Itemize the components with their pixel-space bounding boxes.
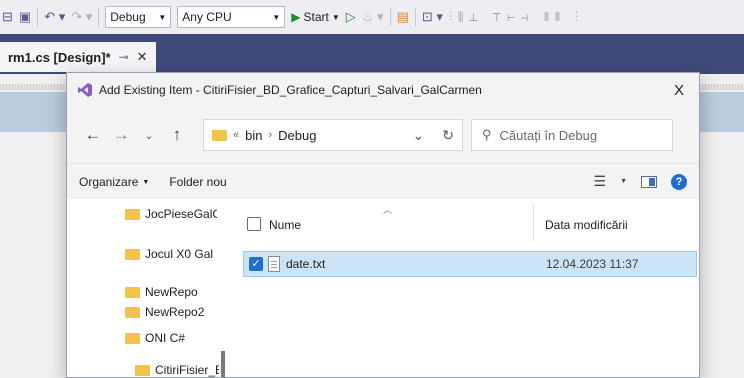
help-icon[interactable]: ? (671, 173, 687, 190)
configuration-select[interactable]: Debug ▼ (105, 6, 172, 28)
command-bar: Organizare ▼ Folder nou ☰ ▼ ? (67, 163, 699, 199)
row-checkbox-checked[interactable]: ✓ (249, 257, 263, 271)
column-header: Nume ︿ Data modificării (233, 199, 699, 243)
platform-select[interactable]: Any CPU ▼ (177, 6, 286, 28)
tree-item-label: Jocul X0 Gal (145, 247, 214, 261)
document-tab-strip: rm1.cs [Design]* ⊸ ✕ (0, 34, 744, 74)
sort-ascending-icon: ︿ (383, 205, 393, 215)
column-date-modified[interactable]: Data modificării (545, 218, 628, 232)
chevron-down-icon: ▼ (272, 12, 281, 22)
play-icon: ▶ (291, 10, 301, 24)
folder-icon (135, 364, 150, 376)
tree-item-label: CitiriFisier_E (155, 363, 219, 377)
view-options-icon[interactable]: ☰ (594, 173, 607, 190)
chevron-down-icon: ▼ (158, 12, 167, 22)
platform-value: Any CPU (182, 10, 232, 24)
breadcrumb-bin[interactable]: bin (245, 128, 262, 143)
save-icon[interactable]: ⊟ (2, 9, 13, 25)
redo-icon[interactable]: ↷ ▾ (71, 9, 92, 25)
tree-item-label: ONI C# (145, 331, 186, 345)
tree-item-newrepo2[interactable]: NewRepo2 (125, 301, 217, 323)
folder-icon (212, 129, 227, 141)
toolbar-divider (414, 8, 416, 26)
organize-menu[interactable]: Organizare ▼ (79, 175, 149, 189)
close-button[interactable]: X (659, 82, 699, 99)
forward-arrow-icon[interactable]: → (107, 125, 135, 145)
tree-item-label: NewRepo (145, 285, 198, 299)
save-all-icon[interactable]: ▣ (19, 9, 31, 25)
undo-icon[interactable]: ↶ ▾ (44, 9, 65, 25)
file-list: Nume ︿ Data modificării ✓ date.txt 12.04… (233, 199, 699, 377)
tree-item-newrepo[interactable]: NewRepo (125, 281, 217, 303)
refresh-icon[interactable]: ↻ (442, 127, 454, 144)
add-existing-item-dialog: Add Existing Item - CitiriFisier_BD_Graf… (66, 72, 700, 378)
toolbar-divider (98, 8, 100, 26)
chevron-down-icon: ▼ (331, 12, 340, 22)
folder-icon (125, 332, 140, 344)
address-bar[interactable]: « bin › Debug ⌄ ↻ (203, 119, 463, 151)
search-icon: ⚲ (482, 127, 492, 142)
caret-down-icon[interactable]: ▼ (620, 178, 627, 185)
vs-toolbar: ⊟ ▣ ↶ ▾ ↷ ▾ Debug ▼ Any CPU ▼ ▶ Start ▼ … (0, 0, 744, 34)
dialog-title: Add Existing Item - CitiriFisier_BD_Graf… (99, 83, 482, 97)
start-button[interactable]: ▶ Start ▼ (291, 10, 340, 24)
file-row[interactable]: ✓ date.txt 12.04.2023 11:37 (243, 251, 697, 277)
layout-icon[interactable]: ⊡ ▾ (422, 9, 443, 25)
select-all-checkbox[interactable] (247, 217, 261, 231)
scrollbar-thumb[interactable] (221, 351, 225, 377)
start-label: Start (303, 10, 329, 24)
breadcrumb-overflow[interactable]: « (233, 129, 239, 141)
new-folder-button[interactable]: Folder nou (169, 175, 226, 189)
tab-form-design[interactable]: rm1.cs [Design]* ⊸ ✕ (0, 42, 156, 72)
tree-item-jocpiesegalc[interactable]: JocPieseGalC (125, 203, 217, 225)
folder-icon (125, 208, 140, 220)
pin-icon[interactable]: ⊸ (119, 50, 129, 64)
folder-icon (125, 248, 140, 260)
preview-pane-icon[interactable] (641, 175, 657, 188)
configuration-value: Debug (110, 10, 146, 24)
navigation-pane[interactable]: JocPieseGalC Jocul X0 Gal NewRepo NewRep… (67, 199, 233, 377)
search-input[interactable]: ⚲ Căutați în Debug (471, 119, 673, 151)
browser-link-icon[interactable]: ▤ (397, 9, 409, 25)
file-date: 12.04.2023 11:37 (546, 257, 639, 271)
tree-item-label: NewRepo2 (145, 305, 205, 319)
organize-label: Organizare (79, 174, 139, 189)
dialog-body: JocPieseGalC Jocul X0 Gal NewRepo NewRep… (67, 199, 699, 377)
toolbar-divider (37, 8, 39, 26)
tree-item-citirifisier[interactable]: CitiriFisier_E (135, 359, 219, 377)
column-divider[interactable] (533, 205, 534, 241)
column-name[interactable]: Nume (269, 218, 301, 232)
breadcrumb-debug[interactable]: Debug (278, 128, 316, 143)
text-file-icon (268, 256, 280, 272)
folder-icon (125, 286, 140, 298)
tree-item-label: JocPieseGalC (145, 207, 217, 221)
navigation-bar: ← → ⌄ ↑ « bin › Debug ⌄ ↻ ⚲ Căutați în D… (67, 107, 699, 163)
start-without-debugging-icon[interactable]: ▷ (346, 9, 356, 25)
up-arrow-icon[interactable]: ↑ (163, 125, 191, 145)
caret-down-icon: ▼ (142, 178, 150, 186)
alignment-icons[interactable]: ⫶⫼⊥ ⊤⊢⊣ ⫴⫴ ⁝ (449, 10, 584, 25)
view-controls: ☰ ▼ ? (594, 173, 687, 190)
folder-icon (125, 306, 140, 318)
dialog-title-bar: Add Existing Item - CitiriFisier_BD_Graf… (67, 73, 699, 107)
recent-locations-icon[interactable]: ⌄ (135, 129, 163, 142)
address-dropdown-icon[interactable]: ⌄ (413, 127, 425, 144)
breadcrumb-separator-icon: › (268, 129, 273, 141)
tab-label: rm1.cs [Design]* (8, 49, 111, 65)
toolbar-divider (389, 8, 391, 26)
visual-studio-logo-icon (78, 83, 92, 97)
close-icon[interactable]: ✕ (137, 49, 148, 65)
hot-reload-icon[interactable]: ♨ ▾ (362, 9, 384, 25)
tree-item-jocul-x0[interactable]: Jocul X0 Gal (125, 243, 217, 265)
back-arrow-icon[interactable]: ← (79, 125, 107, 145)
file-name: date.txt (286, 257, 326, 271)
tree-item-oni-csharp[interactable]: ONI C# (125, 327, 217, 349)
search-placeholder: Căutați în Debug (499, 127, 598, 143)
